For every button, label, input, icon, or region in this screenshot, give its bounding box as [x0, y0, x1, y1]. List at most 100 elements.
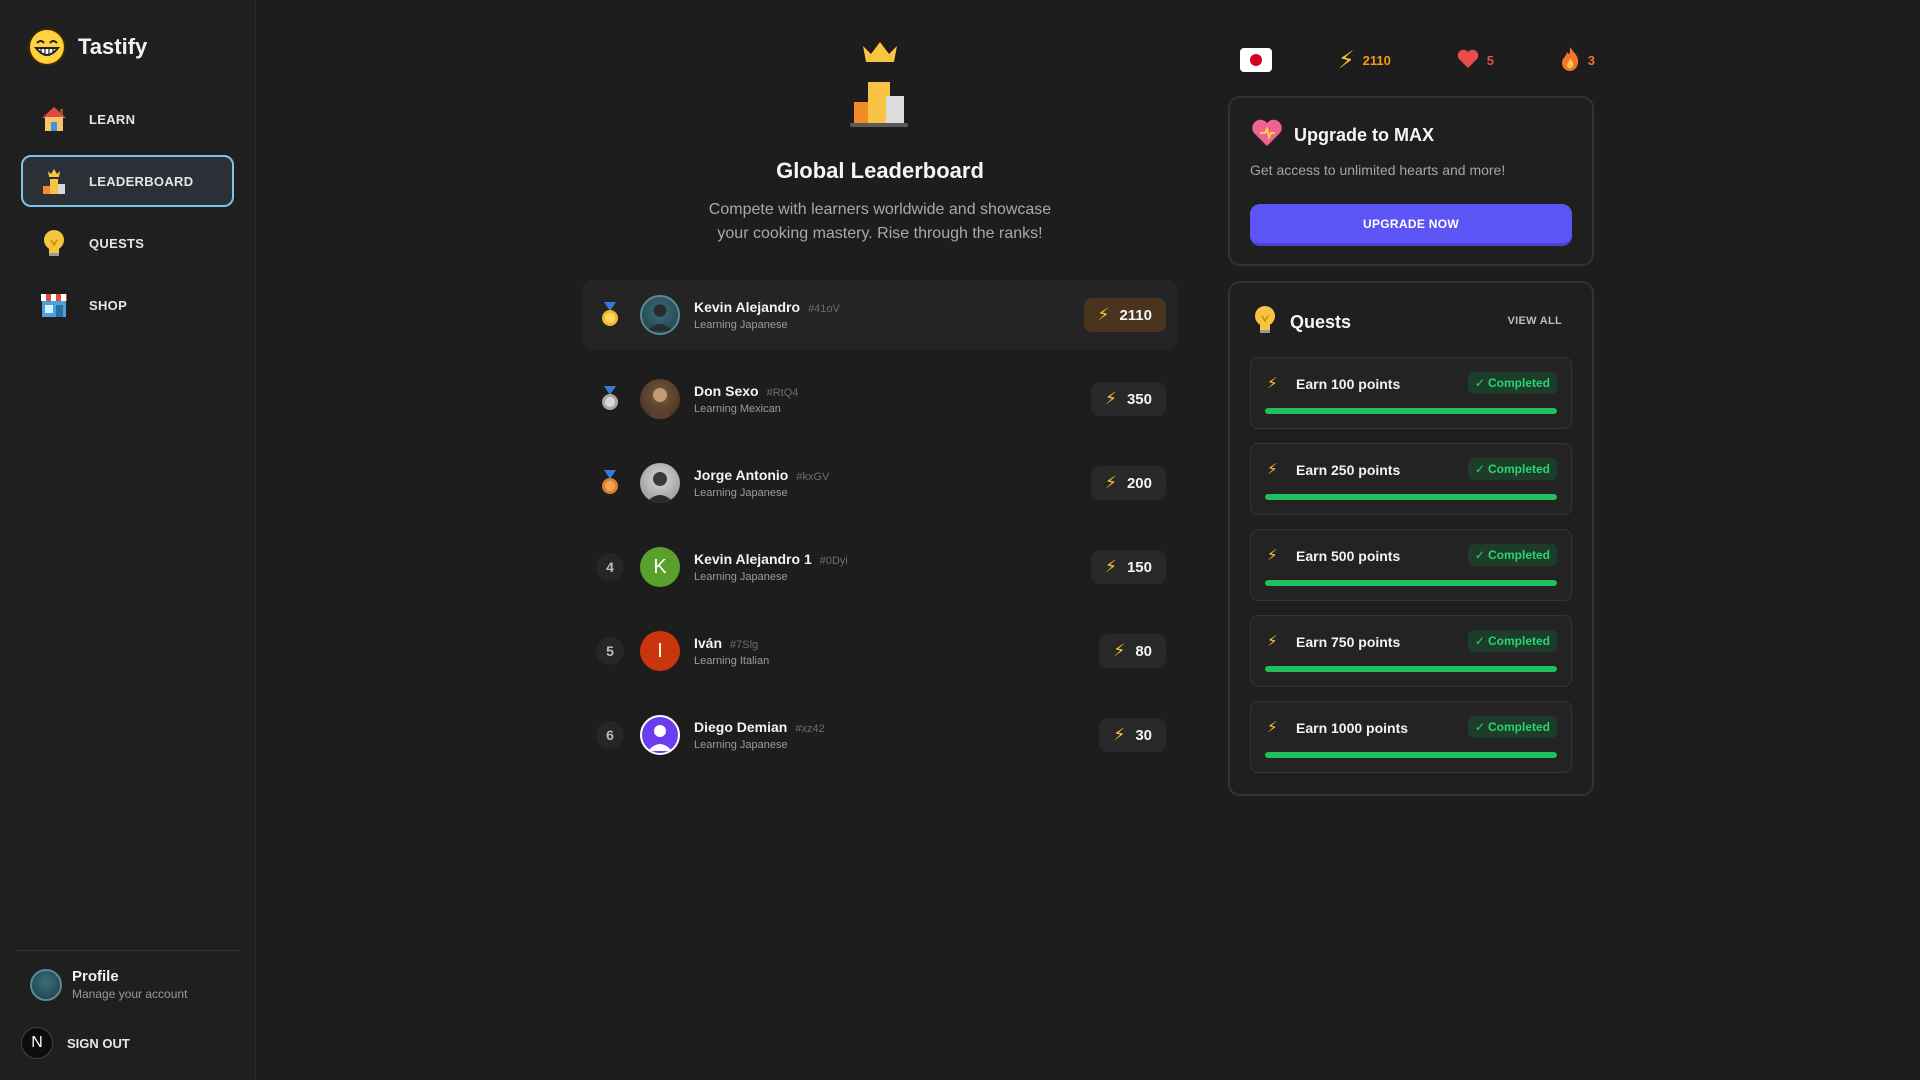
sidebar-item-label: LEARN	[89, 111, 136, 127]
sidebar: Tastify LEARN LEADERBOARD QUESTS SHOP Pr…	[0, 0, 256, 1080]
silver-medal-icon	[596, 385, 624, 413]
status-label: Completed	[1487, 720, 1550, 734]
language-selector[interactable]	[1240, 48, 1272, 72]
status-label: Completed	[1487, 376, 1550, 390]
sidebar-divider	[15, 950, 241, 951]
sign-out-button[interactable]: N SIGN OUT	[21, 1027, 130, 1059]
status-label: Completed	[1487, 462, 1550, 476]
user-info: Kevin Alejandro #41oV Learning Japanese	[694, 299, 840, 331]
house-icon	[37, 102, 71, 136]
gold-medal-icon	[596, 301, 624, 329]
quest-item[interactable]: ⚡ Earn 750 points ✓ Completed	[1250, 615, 1572, 687]
bronze-medal-icon	[596, 469, 624, 497]
avatar	[640, 379, 680, 419]
quest-progress-bar	[1265, 408, 1557, 414]
lightning-icon: ⚡	[1105, 389, 1117, 408]
lightning-icon: ⚡	[1267, 547, 1278, 564]
quest-item[interactable]: ⚡ Earn 100 points ✓ Completed	[1250, 357, 1572, 429]
sidebar-item-leaderboard[interactable]: LEADERBOARD	[21, 155, 234, 207]
points-value: 200	[1126, 474, 1152, 492]
leaderboard-list: Kevin Alejandro #41oV Learning Japanese ⚡…	[582, 280, 1178, 784]
leaderboard-row[interactable]: Don Sexo #RtQ4 Learning Mexican ⚡ 350	[582, 364, 1178, 434]
status-badge: ✓ Completed	[1467, 716, 1557, 738]
lightning-icon: ⚡	[1097, 305, 1110, 324]
points-badge: ⚡ 200	[1091, 466, 1166, 500]
lightning-icon: ⚡	[1267, 719, 1278, 736]
sign-out-badge: N	[21, 1027, 53, 1059]
avatar	[640, 463, 680, 503]
profile-title: Profile	[72, 968, 119, 985]
hearts-stat[interactable]: 5	[1457, 49, 1494, 72]
leaderboard-row[interactable]: Kevin Alejandro #41oV Learning Japanese ⚡…	[582, 280, 1178, 350]
points-value: 80	[1135, 642, 1152, 660]
check-icon: ✓	[1474, 720, 1485, 734]
description-line: Compete with learners worldwide and show…	[708, 201, 1052, 218]
lightning-icon: ⚡	[1113, 725, 1126, 744]
user-language: Learning Italian	[694, 655, 770, 667]
user-tag: #0Dyi	[819, 555, 848, 567]
podium-icon	[37, 164, 71, 198]
brand-name: Tastify	[78, 34, 148, 59]
lightning-icon: ⚡	[1267, 633, 1278, 650]
streak-stat[interactable]: 3	[1560, 46, 1595, 75]
avatar-letter: I	[657, 639, 663, 662]
page-title: Global Leaderboard	[776, 158, 984, 183]
points-value: 350	[1126, 390, 1152, 408]
upgrade-now-button[interactable]: UPGRADE NOW	[1250, 204, 1572, 246]
lightning-icon: ⚡	[1267, 461, 1278, 478]
user-info: Jorge Antonio #kxGV Learning Japanese	[694, 467, 829, 499]
sparkle-heart-icon	[1250, 118, 1284, 153]
avatar: K	[640, 547, 680, 587]
quest-item[interactable]: ⚡ Earn 250 points ✓ Completed	[1250, 443, 1572, 515]
points-stat[interactable]: ⚡ 2110	[1338, 46, 1391, 75]
leaderboard-row[interactable]: 4 K Kevin Alejandro 1 #0Dyi Learning Japa…	[582, 532, 1178, 602]
view-all-link[interactable]: VIEW ALL	[1507, 315, 1562, 327]
lightning-icon: ⚡	[1105, 473, 1117, 492]
store-icon	[37, 288, 71, 322]
leaderboard-row[interactable]: 5 I Iván #7Slg Learning Italian ⚡ 80	[582, 616, 1178, 686]
check-icon: ✓	[1474, 548, 1485, 562]
points-badge: ⚡ 350	[1091, 382, 1166, 416]
user-info: Kevin Alejandro 1 #0Dyi Learning Japanese	[694, 551, 848, 583]
points-badge: ⚡ 30	[1099, 718, 1166, 752]
sidebar-item-shop[interactable]: SHOP	[21, 279, 234, 331]
check-icon: ✓	[1474, 462, 1485, 476]
sidebar-item-quests[interactable]: QUESTS	[21, 217, 234, 269]
points-badge: ⚡ 80	[1099, 634, 1166, 668]
user-name: Kevin Alejandro	[694, 299, 801, 315]
description-line: your cooking mastery. Rise through the r…	[717, 225, 1043, 242]
quest-progress-fill	[1265, 494, 1557, 500]
user-language: Learning Japanese	[694, 739, 788, 751]
profile-link[interactable]: Profile Manage your account	[30, 968, 187, 1001]
rank-number: 6	[596, 721, 624, 749]
leaderboard-row[interactable]: Jorge Antonio #kxGV Learning Japanese ⚡ 20…	[582, 448, 1178, 518]
rank-number: 5	[596, 637, 624, 665]
quests-card: Quests VIEW ALL ⚡ Earn 100 points ✓ Compl…	[1228, 281, 1594, 796]
upgrade-title: Upgrade to MAX	[1294, 125, 1435, 145]
points-badge: ⚡ 2110	[1083, 298, 1166, 332]
sidebar-item-learn[interactable]: LEARN	[21, 93, 234, 145]
quest-progress-bar	[1265, 580, 1557, 586]
lightning-icon: ⚡	[1337, 46, 1355, 74]
user-tag: #41oV	[808, 303, 840, 315]
status-badge: ✓ Completed	[1467, 544, 1557, 566]
leaderboard-row[interactable]: 6 Diego Demian #xz42 Learning Japanese ⚡ 3…	[582, 700, 1178, 770]
points-value: 2110	[1119, 306, 1152, 324]
fire-icon	[1560, 46, 1580, 75]
lightbulb-icon	[37, 226, 71, 260]
quest-progress-bar	[1265, 666, 1557, 672]
sidebar-item-label: LEADERBOARD	[89, 173, 194, 189]
user-name: Jorge Antonio	[694, 467, 789, 483]
status-label: Completed	[1487, 548, 1550, 562]
sidebar-item-label: QUESTS	[89, 235, 145, 251]
quest-label: Earn 250 points	[1296, 462, 1401, 478]
brand[interactable]: Tastify	[28, 28, 147, 66]
quest-progress-fill	[1265, 408, 1557, 414]
heart-icon	[1457, 49, 1479, 72]
quest-item[interactable]: ⚡ Earn 500 points ✓ Completed	[1250, 529, 1572, 601]
quest-label: Earn 750 points	[1296, 634, 1401, 650]
profile-subtitle: Manage your account	[72, 987, 188, 1001]
quest-label: Earn 100 points	[1296, 376, 1401, 392]
user-name: Don Sexo	[694, 383, 759, 399]
quest-item[interactable]: ⚡ Earn 1000 points ✓ Completed	[1250, 701, 1572, 773]
